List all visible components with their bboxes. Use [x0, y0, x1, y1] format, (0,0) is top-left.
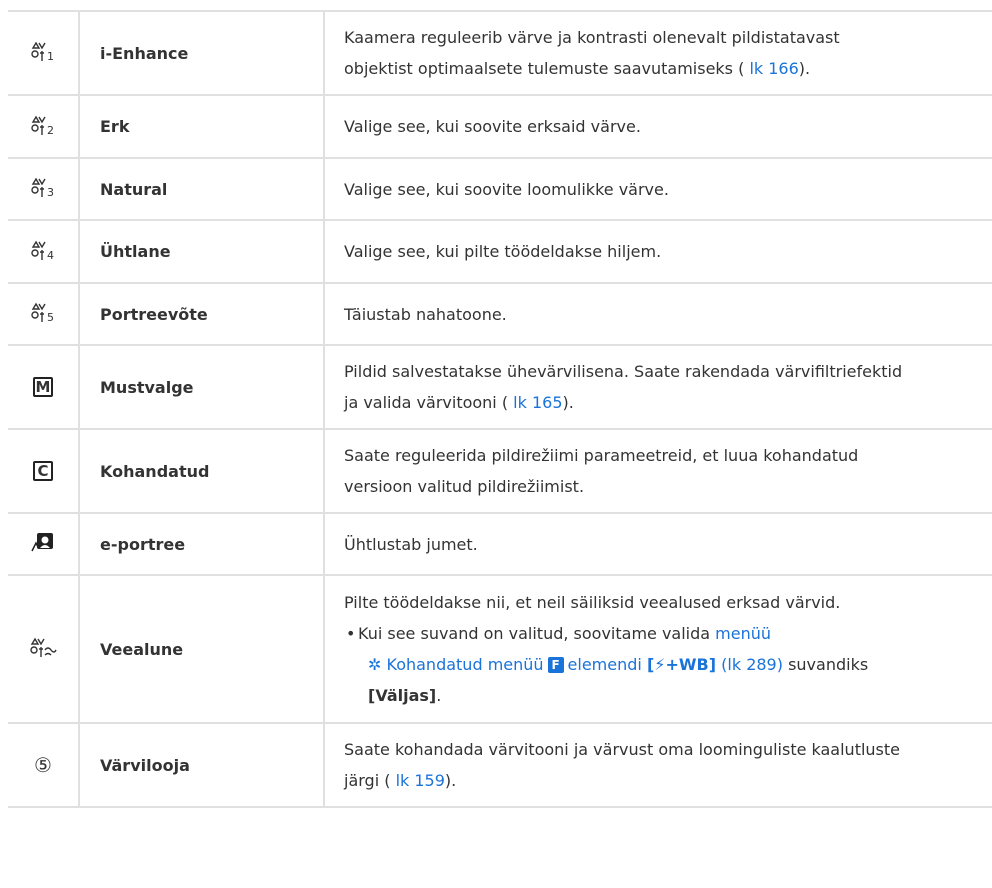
mode-name: Natural — [79, 157, 325, 221]
table-row: 2 Erk Valige see, kui soovite erksaid vä… — [8, 94, 992, 159]
desc-text: ). — [562, 393, 574, 412]
page-link[interactable]: (lk 289) — [721, 655, 783, 674]
icon-cell: 1 — [8, 10, 80, 96]
table-row: 1 i-Enhance Kaamera reguleerib värve ja … — [8, 10, 992, 96]
bullet-continuation: ✲ Kohandatud menüü Felemendi [⚡+WB] (lk 2… — [344, 649, 978, 680]
bullet-text: Kui see suvand on valitud, soovitame val… — [358, 624, 716, 643]
page-link[interactable]: lk 165 — [513, 393, 562, 412]
bullet-item: • Kui see suvand on valitud, soovitame va… — [344, 618, 978, 649]
mode-name: Mustvalge — [79, 344, 325, 430]
icon-cell — [8, 512, 80, 576]
icon-cell: 2 — [8, 94, 80, 159]
f-tab-icon: F — [547, 657, 564, 673]
svg-text:4: 4 — [47, 249, 54, 261]
table-row: ⑤ Värvilooja Saate kohandada värvitooni … — [8, 722, 992, 808]
gear-icon: ✲ — [368, 655, 382, 674]
picture-mode-table: 1 i-Enhance Kaamera reguleerib värve ja … — [8, 10, 992, 808]
desc-line: Pilte töödeldakse nii, et neil säiliksid… — [344, 593, 841, 612]
desc-text: objektist optimaalsete tulemuste saavuta… — [344, 59, 750, 78]
table-row: M Mustvalge Pildid salvestatakse ühevärv… — [8, 344, 992, 430]
icon-cell — [8, 574, 80, 724]
desc-text: ). — [444, 771, 457, 790]
mode-description: Täiustab nahatoone. — [324, 282, 992, 346]
mode-name: Veealune — [79, 574, 325, 724]
svg-text:1: 1 — [47, 50, 54, 62]
picture-mode-2-icon: 2 — [30, 114, 56, 140]
monochrome-icon: M — [33, 377, 53, 398]
desc-line: ja valida värvitooni ( lk 165). — [344, 387, 978, 418]
desc-text: . — [436, 686, 442, 705]
table-row: e-portree Ühtlustab jumet. — [8, 512, 992, 576]
mode-description: Kaamera reguleerib värve ja kontrasti ol… — [324, 10, 992, 96]
desc-line: objektist optimaalsete tulemuste saavuta… — [344, 53, 978, 84]
desc-line: Pildid salvestatakse ühevärvilisena. Saa… — [344, 362, 903, 381]
icon-cell: C — [8, 428, 80, 514]
mode-description: Valige see, kui soovite erksaid värve. — [324, 94, 992, 159]
option-value: [Väljas] — [368, 686, 437, 705]
mode-name: i-Enhance — [79, 10, 325, 96]
desc-text: ja valida värvitooni ( — [344, 393, 514, 412]
picture-mode-5-icon: 5 — [30, 301, 56, 327]
mode-name: Ühtlane — [79, 219, 325, 284]
custom-icon: C — [33, 461, 53, 482]
svg-text:5: 5 — [47, 311, 54, 323]
mode-description: Saate reguleerida pildirežiimi parameetr… — [324, 428, 992, 514]
picture-mode-1-icon: 1 — [30, 40, 56, 66]
picture-mode-4-icon: 4 — [30, 239, 56, 265]
desc-line: Saate kohandada värvitooni ja värvust om… — [344, 740, 901, 759]
table-row: 3 Natural Valige see, kui soovite loomul… — [8, 157, 992, 221]
desc-text: suvandiks — [782, 655, 869, 674]
flash-wb-label[interactable]: +WB] — [666, 655, 717, 674]
mode-description: Pildid salvestatakse ühevärvilisena. Saa… — [324, 344, 992, 430]
picture-mode-3-icon: 3 — [30, 176, 56, 202]
icon-cell: M — [8, 344, 80, 430]
desc-text: ). — [798, 59, 811, 78]
svg-text:3: 3 — [47, 186, 54, 198]
underwater-icon — [29, 636, 57, 662]
mode-description: Saate kohandada värvitooni ja värvust om… — [324, 722, 992, 808]
table-row: 5 Portreevõte Täiustab nahatoone. — [8, 282, 992, 346]
element-link[interactable]: elemendi — [568, 655, 642, 674]
bullet-continuation: [Väljas]. — [344, 680, 978, 711]
svg-text:2: 2 — [47, 124, 54, 136]
mode-description: Ühtlustab jumet. — [324, 512, 992, 576]
custom-menu-link[interactable]: Kohandatud menüü — [387, 655, 544, 674]
mode-name: Erk — [79, 94, 325, 159]
mode-name: Värvilooja — [79, 722, 325, 808]
icon-cell: ⑤ — [8, 722, 80, 808]
mode-description: Valige see, kui soovite loomulikke värve… — [324, 157, 992, 221]
table-row: C Kohandatud Saate reguleerida pildireži… — [8, 428, 992, 514]
icon-cell: 5 — [8, 282, 80, 346]
e-portrait-icon — [31, 532, 55, 556]
mode-name: Portreevõte — [79, 282, 325, 346]
mode-name: e-portree — [79, 512, 325, 576]
page-link[interactable]: lk 159 — [396, 771, 445, 790]
flash-icon: ⚡ — [654, 655, 666, 674]
mode-name: Kohandatud — [79, 428, 325, 514]
mode-description: Valige see, kui pilte töödeldakse hiljem… — [324, 219, 992, 284]
desc-text: järgi ( — [344, 771, 396, 790]
icon-cell: 4 — [8, 219, 80, 284]
page-link[interactable]: lk 166 — [749, 59, 798, 78]
desc-line: versioon valitud pildirežiimist. — [344, 477, 585, 496]
table-row: 4 Ühtlane Valige see, kui pilte töödelda… — [8, 219, 992, 284]
desc-line: Saate reguleerida pildirežiimi parameetr… — [344, 446, 859, 465]
desc-line: Kaamera reguleerib värve ja kontrasti ol… — [344, 28, 840, 47]
bullet: • — [346, 624, 356, 643]
table-row: Veealune Pilte töödeldakse nii, et neil … — [8, 574, 992, 724]
desc-line: järgi ( lk 159). — [344, 765, 978, 796]
mode-description: Pilte töödeldakse nii, et neil säiliksid… — [324, 574, 992, 724]
icon-cell: 3 — [8, 157, 80, 221]
color-creator-icon: ⑤ — [34, 753, 52, 777]
menu-link[interactable]: menüü — [715, 624, 771, 643]
